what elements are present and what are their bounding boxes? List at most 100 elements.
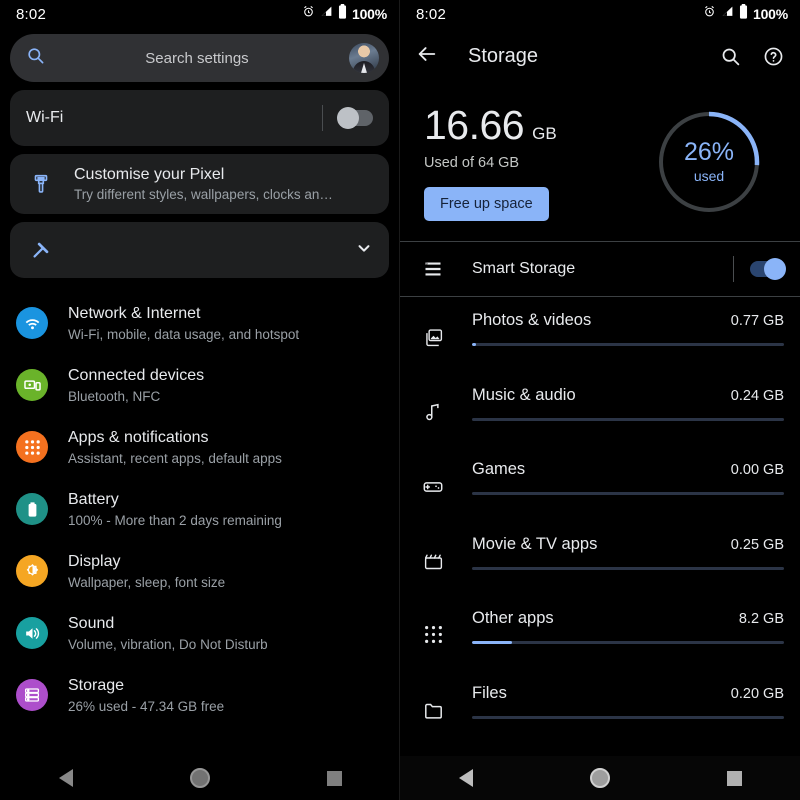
category-name: Photos & videos xyxy=(472,311,592,329)
home-icon[interactable] xyxy=(589,768,610,788)
category-size: 0.77 GB xyxy=(730,313,784,329)
category-bar xyxy=(472,715,784,719)
storage-donut-chart: 26% used xyxy=(654,107,764,217)
category-row[interactable]: Music & audio 0.24 GB xyxy=(400,374,800,449)
category-size: 0.24 GB xyxy=(730,387,784,404)
search-placeholder: Search settings xyxy=(145,49,249,67)
pixel-card-title: Customise your Pixel xyxy=(74,166,225,183)
page-title: Storage xyxy=(468,44,539,67)
signal-icon xyxy=(721,5,734,23)
sidebar-item-apps-notifications[interactable]: Apps & notifications Assistant, recent a… xyxy=(0,416,399,478)
music-note-icon xyxy=(416,386,450,423)
used-of-label: Used of 64 GB xyxy=(424,155,520,171)
left-panel-settings-home: 8:02 100% Search settings Wi-Fi Customis… xyxy=(0,0,400,800)
category-bar xyxy=(472,492,784,495)
smart-storage-toggle[interactable] xyxy=(750,258,786,280)
sidebar-item-connected-devices[interactable]: Connected devices Bluetooth, NFC xyxy=(0,354,399,416)
item-title: Network & Internet xyxy=(68,304,201,322)
movie-clapper-icon xyxy=(416,535,450,572)
gamepad-icon xyxy=(416,460,450,498)
item-subtitle: Wallpaper, sleep, font size xyxy=(68,574,226,590)
wifi-card[interactable]: Wi-Fi xyxy=(10,90,389,146)
category-row[interactable]: Files 0.20 GB xyxy=(400,672,800,747)
settings-list: Network & Internet Wi-Fi, mobile, data u… xyxy=(0,292,399,726)
used-unit: GB xyxy=(532,124,557,143)
storage-summary: 16.66 GB Used of 64 GB Free up space 26%… xyxy=(400,84,800,241)
category-name: Music & audio xyxy=(472,385,576,404)
category-row[interactable]: Games 0.00 GB xyxy=(400,448,800,523)
speaker-icon xyxy=(16,617,48,649)
wifi-label: Wi-Fi xyxy=(26,109,64,126)
battery-icon xyxy=(16,493,48,525)
category-row[interactable]: Photos & videos 0.77 GB xyxy=(400,299,800,374)
used-value: 16.66 xyxy=(424,102,525,148)
category-row[interactable]: Movie & TV apps 0.25 GB xyxy=(400,523,800,598)
nav-bar-left xyxy=(0,756,399,800)
item-subtitle: Volume, vibration, Do Not Disturb xyxy=(68,636,268,652)
battery-icon xyxy=(338,4,347,24)
collapsed-suggestion-card[interactable] xyxy=(10,222,389,278)
chevron-down-icon[interactable] xyxy=(355,239,373,262)
smart-storage-row[interactable]: Smart Storage xyxy=(400,242,800,296)
pixel-card-subtitle: Try different styles, wallpapers, clocks… xyxy=(74,187,333,202)
item-title: Battery xyxy=(68,490,119,508)
divider xyxy=(733,256,734,282)
category-bar xyxy=(472,566,784,570)
dual-screenshot: 8:02 100% Search settings Wi-Fi Customis… xyxy=(0,0,800,800)
alarm-icon xyxy=(703,5,716,23)
storage-categories-list: Photos & videos 0.77 GB Music & audio 0.… xyxy=(400,297,800,746)
sidebar-item-storage[interactable]: Storage 26% used - 47.34 GB free xyxy=(0,664,399,726)
donut-percent: 26% xyxy=(683,138,735,166)
sidebar-item-display[interactable]: Display Wallpaper, sleep, font size xyxy=(0,540,399,602)
back-icon[interactable] xyxy=(458,769,473,787)
sidebar-item-sound[interactable]: Sound Volume, vibration, Do Not Disturb xyxy=(0,602,399,664)
home-icon[interactable] xyxy=(189,768,210,788)
status-bar-left: 8:02 100% xyxy=(0,0,399,28)
alarm-icon xyxy=(302,5,315,23)
item-subtitle: Assistant, recent apps, default apps xyxy=(68,450,282,466)
paint-brush-icon xyxy=(26,173,56,195)
donut-label: used xyxy=(693,168,725,184)
arrow-back-icon[interactable] xyxy=(416,43,438,70)
recents-icon[interactable] xyxy=(326,770,342,786)
right-panel-storage: 8:02 100% Storage 16.66 GB Used of 64 GB… xyxy=(400,0,800,800)
category-bar xyxy=(472,343,784,346)
divider xyxy=(322,105,323,131)
item-title: Sound xyxy=(68,614,115,632)
status-time: 8:02 xyxy=(416,5,446,23)
search-input[interactable]: Search settings xyxy=(10,34,389,82)
storage-icon xyxy=(16,679,48,711)
app-grid-icon xyxy=(416,609,450,644)
item-subtitle: Wi-Fi, mobile, data usage, and hotspot xyxy=(68,326,300,342)
connected-devices-icon xyxy=(16,369,48,401)
customise-pixel-card[interactable]: Customise your Pixel Try different style… xyxy=(10,154,389,214)
nav-bar-right xyxy=(400,756,800,800)
wifi-toggle[interactable] xyxy=(337,107,373,129)
avatar[interactable] xyxy=(349,43,379,73)
category-bar xyxy=(472,417,784,421)
free-up-space-button[interactable]: Free up space xyxy=(424,187,549,221)
category-bar xyxy=(472,641,784,644)
sidebar-item-network-internet[interactable]: Network & Internet Wi-Fi, mobile, data u… xyxy=(0,292,399,354)
photo-library-icon xyxy=(416,311,450,348)
category-size: 0.25 GB xyxy=(730,536,784,553)
folder-icon xyxy=(416,684,450,721)
item-title: Storage xyxy=(68,676,125,694)
storage-list-icon xyxy=(416,259,450,279)
brightness-icon xyxy=(16,555,48,587)
item-subtitle: 26% used - 47.34 GB free xyxy=(68,698,225,714)
recents-icon[interactable] xyxy=(726,770,742,786)
category-name: Files xyxy=(472,683,507,702)
search-icon xyxy=(26,46,45,70)
app-bar: Storage xyxy=(400,28,800,84)
cable-icon xyxy=(26,239,56,261)
category-row[interactable]: Other apps 8.2 GB xyxy=(400,597,800,672)
wifi-icon xyxy=(16,307,48,339)
signal-icon xyxy=(320,5,333,23)
search-icon[interactable] xyxy=(720,46,741,67)
used-amount: 16.66 GB xyxy=(424,102,654,149)
battery-percent: 100% xyxy=(752,6,788,22)
help-icon[interactable] xyxy=(763,46,784,67)
back-icon[interactable] xyxy=(58,769,73,787)
sidebar-item-battery[interactable]: Battery 100% - More than 2 days remainin… xyxy=(0,478,399,540)
